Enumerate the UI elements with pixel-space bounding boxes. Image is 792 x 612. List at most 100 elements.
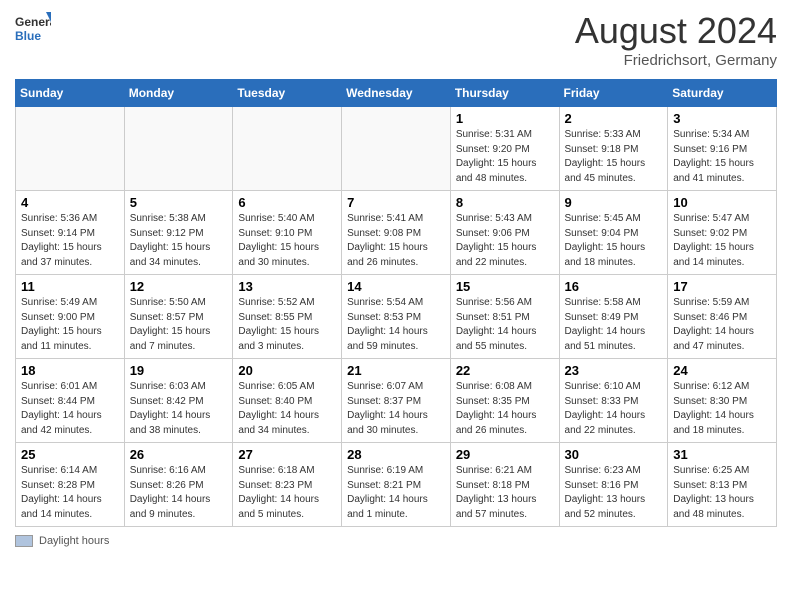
day-number: 14	[347, 279, 445, 294]
day-info: Sunrise: 6:12 AMSunset: 8:30 PMDaylight:…	[673, 380, 771, 438]
header-row: SundayMondayTuesdayWednesdayThursdayFrid…	[16, 80, 777, 107]
day-number: 23	[565, 363, 663, 378]
day-cell: 22Sunrise: 6:08 AMSunset: 8:35 PMDayligh…	[450, 359, 559, 443]
day-number: 2	[565, 111, 663, 126]
week-row-1: 4Sunrise: 5:36 AMSunset: 9:14 PMDaylight…	[16, 191, 777, 275]
day-number: 6	[238, 195, 336, 210]
day-cell: 14 Sunrise: 5:54 AMSunset: 8:53 PMDayligh…	[342, 275, 451, 359]
day-info: Sunrise: 6:19 AMSunset: 8:21 PMDaylight:…	[347, 464, 445, 522]
day-info: Sunrise: 5:41 AMSunset: 9:08 PMDaylight:…	[347, 212, 445, 270]
day-number: 13	[238, 279, 336, 294]
day-number: 17	[673, 279, 771, 294]
page: General Blue August 2024 Friedrichsort, …	[0, 0, 792, 557]
daylight-box	[15, 535, 33, 547]
day-cell: 1 Sunrise: 5:31 AMSunset: 9:20 PMDaylight…	[450, 107, 559, 191]
day-info: Sunrise: 6:01 AMSunset: 8:44 PMDaylight:…	[21, 380, 119, 438]
day-number: 24	[673, 363, 771, 378]
day-cell: 3 Sunrise: 5:34 AMSunset: 9:16 PMDaylight…	[668, 107, 777, 191]
week-row-4: 25 Sunrise: 6:14 AMSunset: 8:28 PMDayligh…	[16, 443, 777, 527]
day-cell: 2 Sunrise: 5:33 AMSunset: 9:18 PMDaylight…	[559, 107, 668, 191]
day-info: Sunrise: 6:03 AMSunset: 8:42 PMDaylight:…	[130, 380, 228, 438]
day-cell	[342, 107, 451, 191]
day-number: 28	[347, 447, 445, 462]
logo-svg: General Blue	[15, 10, 51, 46]
day-cell: 4Sunrise: 5:36 AMSunset: 9:14 PMDaylight…	[16, 191, 125, 275]
day-info: Sunrise: 5:45 AMSunset: 9:04 PMDaylight:…	[565, 212, 663, 270]
day-info: Sunrise: 5:31 AMSunset: 9:20 PMDaylight:…	[456, 128, 554, 186]
day-cell: 26 Sunrise: 6:16 AMSunset: 8:26 PMDayligh…	[124, 443, 233, 527]
day-info: Sunrise: 5:58 AMSunset: 8:49 PMDaylight:…	[565, 296, 663, 354]
day-cell: 9 Sunrise: 5:45 AMSunset: 9:04 PMDaylight…	[559, 191, 668, 275]
week-row-3: 18 Sunrise: 6:01 AMSunset: 8:44 PMDayligh…	[16, 359, 777, 443]
day-cell: 18 Sunrise: 6:01 AMSunset: 8:44 PMDayligh…	[16, 359, 125, 443]
day-cell: 8Sunrise: 5:43 AMSunset: 9:06 PMDaylight…	[450, 191, 559, 275]
week-row-2: 11 Sunrise: 5:49 AMSunset: 9:00 PMDayligh…	[16, 275, 777, 359]
svg-text:Blue: Blue	[15, 29, 41, 43]
day-number: 3	[673, 111, 771, 126]
day-number: 8	[456, 195, 554, 210]
day-info: Sunrise: 5:56 AMSunset: 8:51 PMDaylight:…	[456, 296, 554, 354]
day-number: 15	[456, 279, 554, 294]
day-cell	[124, 107, 233, 191]
day-number: 22	[456, 363, 554, 378]
day-cell: 27Sunrise: 6:18 AMSunset: 8:23 PMDayligh…	[233, 443, 342, 527]
day-info: Sunrise: 5:47 AMSunset: 9:02 PMDaylight:…	[673, 212, 771, 270]
day-cell: 11 Sunrise: 5:49 AMSunset: 9:00 PMDayligh…	[16, 275, 125, 359]
day-number: 12	[130, 279, 228, 294]
day-cell: 13 Sunrise: 5:52 AMSunset: 8:55 PMDayligh…	[233, 275, 342, 359]
week-row-0: 1 Sunrise: 5:31 AMSunset: 9:20 PMDaylight…	[16, 107, 777, 191]
day-info: Sunrise: 5:40 AMSunset: 9:10 PMDaylight:…	[238, 212, 336, 270]
svg-text:General: General	[15, 15, 51, 29]
day-number: 27	[238, 447, 336, 462]
day-info: Sunrise: 5:54 AMSunset: 8:53 PMDaylight:…	[347, 296, 445, 354]
day-info: Sunrise: 6:21 AMSunset: 8:18 PMDaylight:…	[456, 464, 554, 522]
footer: Daylight hours	[15, 535, 777, 547]
day-cell: 21 Sunrise: 6:07 AMSunset: 8:37 PMDayligh…	[342, 359, 451, 443]
month-title: August 2024	[575, 10, 777, 52]
header: General Blue August 2024 Friedrichsort, …	[15, 10, 777, 69]
day-number: 18	[21, 363, 119, 378]
day-cell: 17Sunrise: 5:59 AMSunset: 8:46 PMDayligh…	[668, 275, 777, 359]
day-cell: 16 Sunrise: 5:58 AMSunset: 8:49 PMDayligh…	[559, 275, 668, 359]
day-info: Sunrise: 5:36 AMSunset: 9:14 PMDaylight:…	[21, 212, 119, 270]
day-number: 21	[347, 363, 445, 378]
day-info: Sunrise: 5:49 AMSunset: 9:00 PMDaylight:…	[21, 296, 119, 354]
day-number: 5	[130, 195, 228, 210]
day-cell	[16, 107, 125, 191]
day-info: Sunrise: 5:50 AMSunset: 8:57 PMDaylight:…	[130, 296, 228, 354]
col-header-wednesday: Wednesday	[342, 80, 451, 107]
day-cell: 30Sunrise: 6:23 AMSunset: 8:16 PMDayligh…	[559, 443, 668, 527]
day-cell: 19 Sunrise: 6:03 AMSunset: 8:42 PMDayligh…	[124, 359, 233, 443]
day-cell: 6 Sunrise: 5:40 AMSunset: 9:10 PMDaylight…	[233, 191, 342, 275]
day-info: Sunrise: 5:33 AMSunset: 9:18 PMDaylight:…	[565, 128, 663, 186]
day-cell: 24 Sunrise: 6:12 AMSunset: 8:30 PMDayligh…	[668, 359, 777, 443]
day-number: 16	[565, 279, 663, 294]
day-cell: 29Sunrise: 6:21 AMSunset: 8:18 PMDayligh…	[450, 443, 559, 527]
day-number: 9	[565, 195, 663, 210]
day-info: Sunrise: 6:14 AMSunset: 8:28 PMDaylight:…	[21, 464, 119, 522]
day-info: Sunrise: 5:52 AMSunset: 8:55 PMDaylight:…	[238, 296, 336, 354]
day-cell: 12 Sunrise: 5:50 AMSunset: 8:57 PMDayligh…	[124, 275, 233, 359]
day-number: 25	[21, 447, 119, 462]
day-info: Sunrise: 6:16 AMSunset: 8:26 PMDaylight:…	[130, 464, 228, 522]
day-number: 1	[456, 111, 554, 126]
day-info: Sunrise: 6:10 AMSunset: 8:33 PMDaylight:…	[565, 380, 663, 438]
day-number: 31	[673, 447, 771, 462]
day-cell: 23 Sunrise: 6:10 AMSunset: 8:33 PMDayligh…	[559, 359, 668, 443]
day-number: 26	[130, 447, 228, 462]
day-number: 11	[21, 279, 119, 294]
day-cell: 20 Sunrise: 6:05 AMSunset: 8:40 PMDayligh…	[233, 359, 342, 443]
col-header-monday: Monday	[124, 80, 233, 107]
day-number: 19	[130, 363, 228, 378]
day-info: Sunrise: 6:05 AMSunset: 8:40 PMDaylight:…	[238, 380, 336, 438]
day-number: 20	[238, 363, 336, 378]
day-number: 10	[673, 195, 771, 210]
day-cell: 25 Sunrise: 6:14 AMSunset: 8:28 PMDayligh…	[16, 443, 125, 527]
day-cell: 31Sunrise: 6:25 AMSunset: 8:13 PMDayligh…	[668, 443, 777, 527]
logo: General Blue	[15, 10, 51, 46]
day-info: Sunrise: 5:34 AMSunset: 9:16 PMDaylight:…	[673, 128, 771, 186]
day-cell: 28 Sunrise: 6:19 AMSunset: 8:21 PMDayligh…	[342, 443, 451, 527]
day-info: Sunrise: 6:07 AMSunset: 8:37 PMDaylight:…	[347, 380, 445, 438]
col-header-sunday: Sunday	[16, 80, 125, 107]
day-cell: 10 Sunrise: 5:47 AMSunset: 9:02 PMDayligh…	[668, 191, 777, 275]
